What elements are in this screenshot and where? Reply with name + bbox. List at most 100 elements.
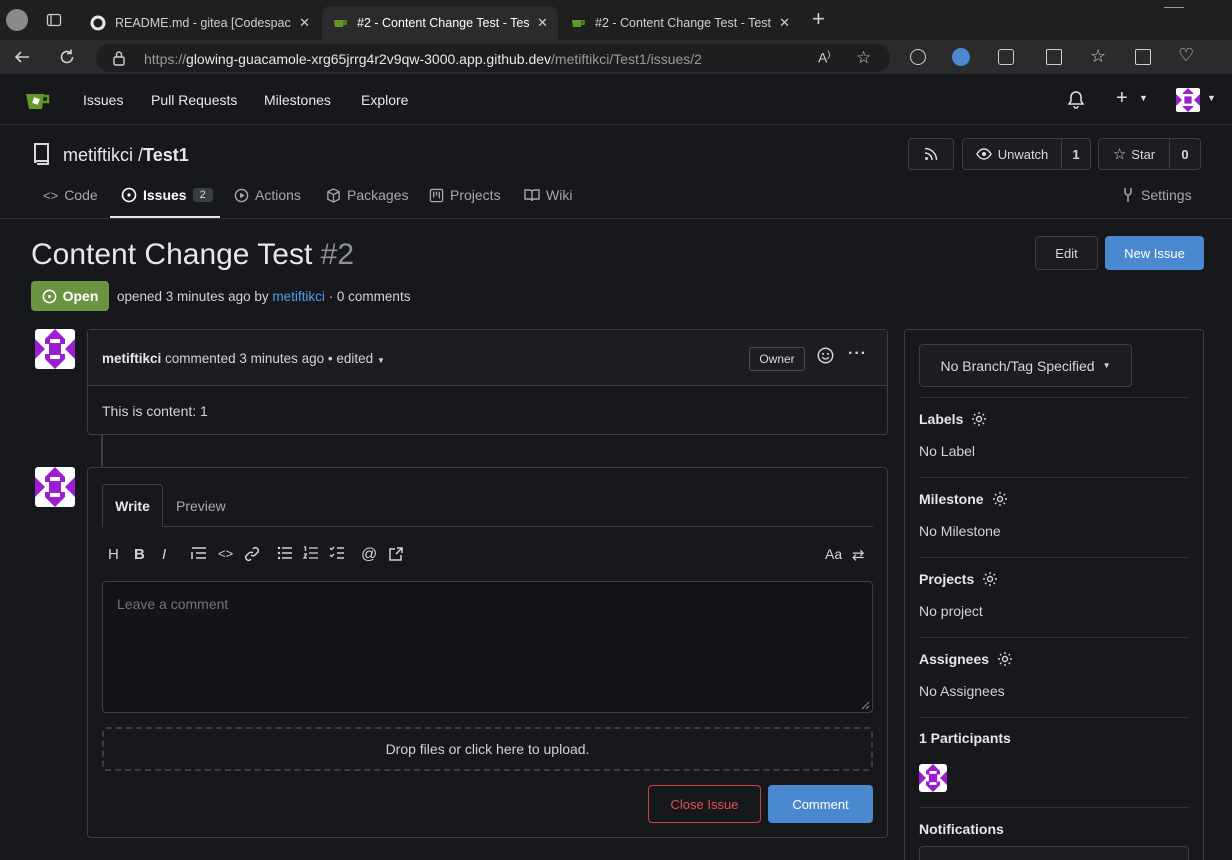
profile-avatar-icon[interactable] — [6, 9, 28, 31]
tab-write[interactable]: Write — [102, 484, 163, 527]
repo-name-link[interactable]: Test1 — [143, 145, 189, 165]
star-button[interactable]: ☆ Star — [1098, 138, 1170, 170]
tab-title: README.md - gitea [Codespaces] — [115, 16, 292, 30]
collections-icon[interactable] — [1135, 49, 1151, 65]
favorites-icon[interactable]: ☆ — [1090, 46, 1106, 67]
bold-icon[interactable]: B — [134, 546, 145, 563]
close-tab-icon[interactable]: ✕ — [299, 15, 310, 31]
split-screen-icon[interactable] — [1046, 49, 1062, 65]
heading-icon[interactable]: H — [108, 546, 119, 563]
chevron-down-icon[interactable]: ▼ — [1139, 93, 1148, 103]
minimize-icon[interactable] — [1164, 7, 1184, 17]
switch-editor-icon[interactable]: ⇄ — [852, 546, 865, 564]
comment-edited-dropdown[interactable]: • edited — [328, 351, 373, 366]
comment-button[interactable]: Comment — [768, 785, 873, 823]
new-tab-icon[interactable]: + — [812, 8, 825, 30]
tab-code[interactable]: <> Code — [43, 187, 98, 203]
milestone-value: No Milestone — [919, 523, 1001, 539]
unwatch-button[interactable]: Unwatch — [962, 138, 1062, 170]
tab-packages[interactable]: Packages — [326, 187, 408, 203]
tab-issues[interactable]: Issues 2 — [121, 187, 213, 203]
participant-avatar[interactable] — [919, 764, 947, 792]
branch-selector[interactable]: No Branch/Tag Specified ▼ — [919, 344, 1132, 387]
tab-projects[interactable]: Projects — [429, 187, 501, 203]
comment-author-avatar[interactable] — [35, 329, 75, 369]
extension-atom-icon[interactable] — [910, 49, 926, 65]
browser-tab-readme[interactable]: README.md - gitea [Codespaces] ✕ — [80, 6, 320, 40]
tab-actions-label: Actions — [255, 187, 301, 203]
chevron-down-icon[interactable]: ▼ — [377, 356, 385, 365]
mention-icon[interactable]: @ — [361, 546, 377, 564]
labels-header[interactable]: Labels — [919, 411, 1189, 427]
back-icon[interactable] — [12, 47, 32, 67]
user-avatar[interactable] — [1176, 88, 1200, 112]
gear-icon[interactable] — [992, 491, 1008, 507]
tab-title: #2 - Content Change Test - Test1 — [595, 16, 772, 30]
url-field[interactable]: https://glowing-guacamole-xrg65jrrg4r2v9… — [96, 44, 890, 72]
nav-issues[interactable]: Issues — [83, 92, 123, 108]
play-icon — [234, 188, 249, 202]
browser-tab-issue[interactable]: #2 - Content Change Test - Test1 ✕ — [322, 6, 558, 40]
meta-opened: opened 3 minutes ago by — [117, 289, 269, 304]
edit-title-button[interactable]: Edit — [1035, 236, 1098, 270]
author-link[interactable]: metiftikci — [272, 289, 325, 304]
comment-author-link[interactable]: metiftikci — [102, 351, 161, 366]
rss-feed-button[interactable] — [908, 138, 954, 170]
watch-count[interactable]: 1 — [1061, 138, 1091, 170]
nav-milestones[interactable]: Milestones — [264, 92, 331, 108]
refresh-icon[interactable] — [57, 47, 77, 67]
nav-pull-requests[interactable]: Pull Requests — [151, 92, 237, 108]
tab-wiki-label: Wiki — [546, 187, 573, 203]
issue-opened-icon — [121, 187, 137, 203]
quote-icon[interactable] — [191, 546, 207, 560]
notification-bell-icon[interactable] — [1067, 90, 1085, 110]
projects-header[interactable]: Projects — [919, 571, 1189, 587]
browser-essentials-icon[interactable]: ♡ — [1178, 45, 1194, 66]
link-icon[interactable] — [244, 546, 260, 562]
extensions-puzzle-icon[interactable] — [998, 49, 1014, 65]
tab-settings[interactable]: Settings — [1121, 187, 1192, 203]
new-issue-button[interactable]: New Issue — [1105, 236, 1204, 270]
lock-icon[interactable] — [112, 50, 126, 66]
more-actions-icon[interactable]: ··· — [848, 345, 867, 363]
bullet-list-icon[interactable] — [277, 546, 293, 560]
read-aloud-icon[interactable]: A) — [818, 49, 830, 66]
gitea-logo-icon[interactable] — [23, 89, 51, 113]
monospace-toggle-icon[interactable]: Aa — [825, 546, 842, 562]
browser-tab-issue-2[interactable]: #2 - Content Change Test - Test1 ✕ — [560, 6, 800, 40]
file-upload-dropzone[interactable]: Drop files or click here to upload. — [102, 727, 873, 771]
italic-icon[interactable]: I — [162, 546, 166, 563]
favorite-star-icon[interactable]: ☆ — [856, 49, 871, 66]
tab-actions[interactable]: Actions — [234, 187, 301, 203]
chevron-down-icon[interactable]: ▼ — [1207, 93, 1216, 103]
repo-icon — [32, 142, 52, 166]
close-tab-icon[interactable]: ✕ — [537, 15, 548, 31]
milestone-header[interactable]: Milestone — [919, 491, 1189, 507]
task-list-icon[interactable] — [329, 546, 345, 560]
reaction-smiley-icon[interactable] — [817, 347, 834, 364]
status-text: Open — [62, 288, 99, 304]
nav-explore[interactable]: Explore — [361, 92, 408, 108]
assignees-header[interactable]: Assignees — [919, 651, 1189, 667]
numbered-list-icon[interactable] — [303, 546, 319, 560]
tab-actions-icon[interactable] — [46, 12, 62, 28]
editor-tab-divider — [102, 526, 873, 527]
tab-preview[interactable]: Preview — [176, 498, 226, 514]
package-icon — [327, 187, 340, 203]
notifications-title: Notifications — [919, 821, 1004, 837]
close-issue-button[interactable]: Close Issue — [648, 785, 761, 823]
gear-icon[interactable] — [997, 651, 1013, 667]
extension-blue-icon[interactable] — [952, 48, 970, 66]
close-tab-icon[interactable]: ✕ — [779, 15, 790, 31]
cross-reference-icon[interactable] — [388, 546, 404, 562]
create-plus-icon[interactable]: + — [1116, 87, 1128, 110]
code-icon[interactable]: <> — [218, 546, 233, 561]
subscribe-button[interactable] — [919, 846, 1189, 860]
comment-textarea[interactable] — [102, 581, 873, 713]
tab-wiki[interactable]: Wiki — [524, 187, 572, 203]
repo-owner-link[interactable]: metiftikci — [63, 145, 133, 165]
resize-handle-icon[interactable] — [860, 700, 870, 710]
gear-icon[interactable] — [982, 571, 998, 587]
star-count[interactable]: 0 — [1169, 138, 1201, 170]
gear-icon[interactable] — [971, 411, 987, 427]
